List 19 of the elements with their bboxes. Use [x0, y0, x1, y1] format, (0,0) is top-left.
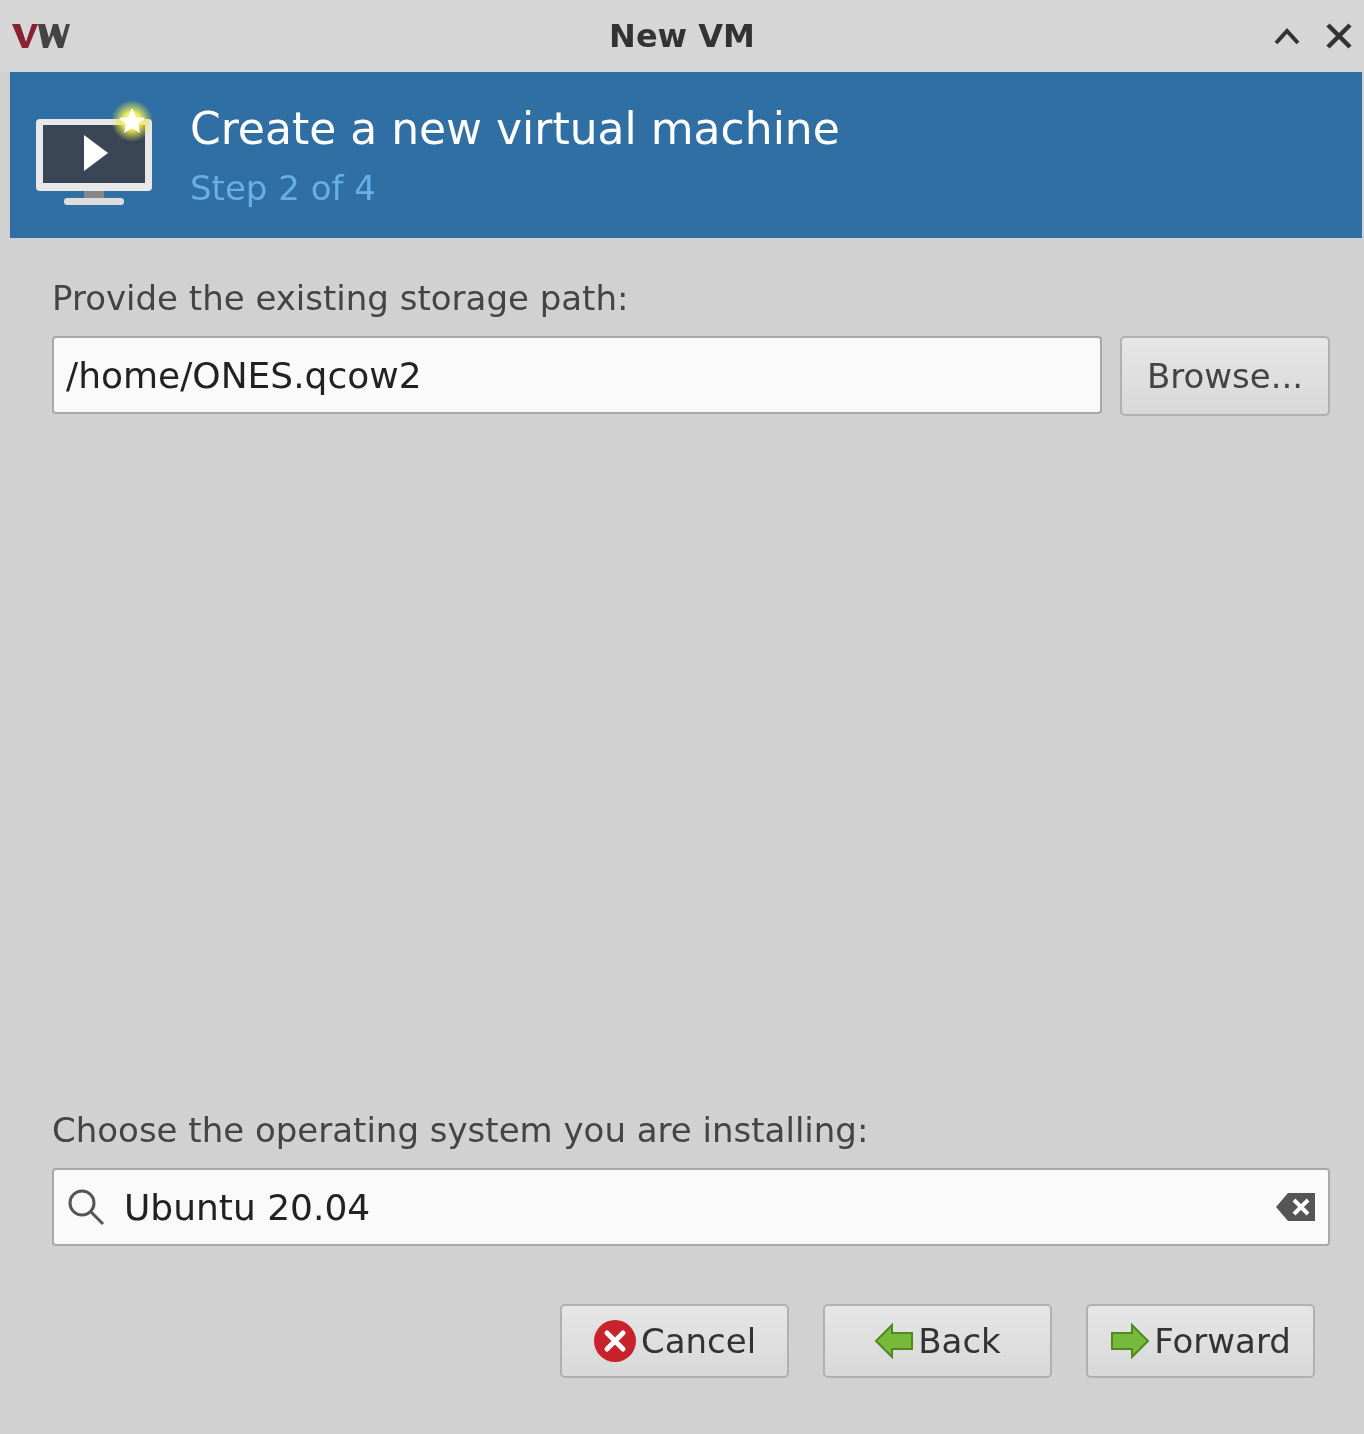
- window-title: New VM: [609, 17, 755, 55]
- cancel-button[interactable]: Cancel: [560, 1304, 789, 1378]
- app-logo-icon: [12, 22, 70, 50]
- browse-button[interactable]: Browse...: [1120, 336, 1330, 416]
- storage-path-label: Provide the existing storage path:: [52, 278, 630, 318]
- search-icon: [66, 1187, 106, 1227]
- right-arrow-icon: [1110, 1323, 1151, 1359]
- os-search-field[interactable]: Ubuntu 20.04: [52, 1168, 1330, 1246]
- cancel-icon: [592, 1319, 637, 1363]
- close-icon[interactable]: [1326, 23, 1352, 49]
- forward-button[interactable]: Forward: [1086, 1304, 1315, 1378]
- wizard-title: Create a new virtual machine: [190, 102, 840, 154]
- left-arrow-icon: [874, 1323, 915, 1359]
- back-button[interactable]: Back: [823, 1304, 1052, 1378]
- maximize-icon[interactable]: [1274, 27, 1300, 45]
- clear-icon[interactable]: [1276, 1192, 1316, 1222]
- step-indicator: Step 2 of 4: [190, 167, 377, 208]
- storage-path-field[interactable]: /home/ONES.qcow2: [52, 336, 1102, 414]
- os-label: Choose the operating system you are installing:: [52, 1110, 870, 1150]
